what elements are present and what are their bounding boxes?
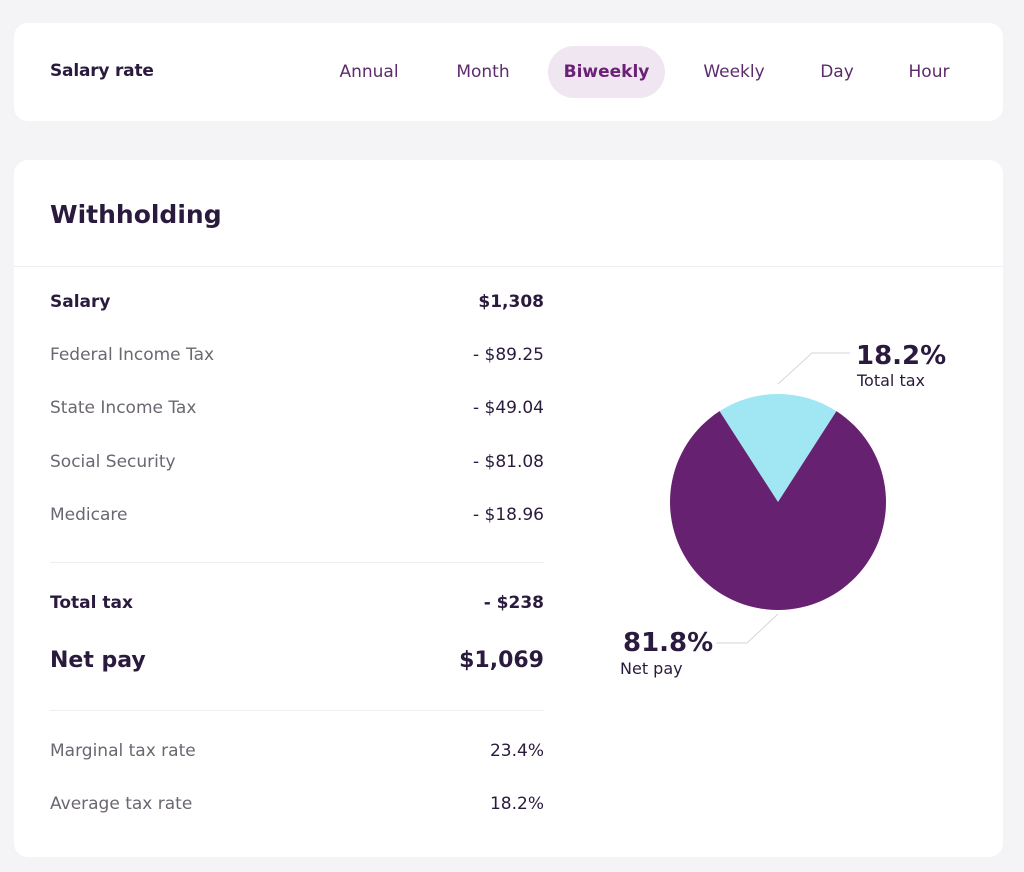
net-leader-line	[716, 613, 779, 644]
total-tax-row: Total tax - $238	[50, 593, 544, 613]
total-tax-label: Total tax	[50, 593, 133, 613]
average-rate-value: 18.2%	[489, 794, 544, 814]
divider	[50, 710, 544, 711]
deduction-label: State Income Tax	[50, 398, 197, 418]
deduction-label: Social Security	[50, 452, 176, 472]
tab-month[interactable]: Month	[434, 46, 532, 98]
salary-value: $1,308	[478, 292, 544, 312]
deduction-value: - $49.04	[472, 398, 544, 418]
tab-day[interactable]: Day	[796, 46, 878, 98]
tab-annual[interactable]: Annual	[318, 46, 420, 98]
deduction-row: Social Security - $81.08	[50, 452, 544, 472]
salary-row: Salary $1,308	[50, 292, 544, 312]
divider	[50, 562, 544, 563]
net-name-label: Net pay	[620, 659, 683, 678]
tab-weekly[interactable]: Weekly	[684, 46, 784, 98]
marginal-rate-label: Marginal tax rate	[50, 741, 196, 761]
withholding-title: Withholding	[50, 200, 222, 229]
deduction-value: - $18.96	[472, 505, 544, 525]
marginal-rate-value: 23.4%	[489, 741, 544, 761]
deduction-label: Federal Income Tax	[50, 345, 215, 365]
deduction-row: Medicare - $18.96	[50, 505, 544, 525]
tax-name-label: Total tax	[856, 371, 925, 390]
deduction-value: - $89.25	[472, 345, 544, 365]
net-percent-label: 81.8%	[623, 628, 713, 658]
salary-rate-card: Salary rate Annual Month Biweekly Weekly…	[14, 23, 1003, 121]
tab-biweekly[interactable]: Biweekly	[548, 46, 665, 98]
deduction-row: Federal Income Tax - $89.25	[50, 345, 544, 365]
net-pay-row: Net pay $1,069	[50, 648, 544, 673]
net-pay-label: Net pay	[50, 648, 146, 673]
salary-rate-title: Salary rate	[50, 61, 154, 81]
withholding-pie-chart: 18.2% Total tax 81.8% Net pay	[620, 341, 946, 678]
marginal-rate-row: Marginal tax rate 23.4%	[50, 741, 544, 761]
tab-hour[interactable]: Hour	[888, 46, 970, 98]
deduction-label: Medicare	[50, 505, 128, 525]
deduction-row: State Income Tax - $49.04	[50, 398, 544, 418]
tax-percent-label: 18.2%	[856, 341, 946, 371]
average-rate-row: Average tax rate 18.2%	[50, 794, 544, 814]
net-pay-value: $1,069	[459, 648, 544, 673]
tax-leader-line	[777, 352, 850, 385]
total-tax-value: - $238	[483, 593, 544, 613]
average-rate-label: Average tax rate	[50, 794, 193, 814]
deduction-value: - $81.08	[472, 452, 544, 472]
salary-label: Salary	[50, 292, 111, 312]
